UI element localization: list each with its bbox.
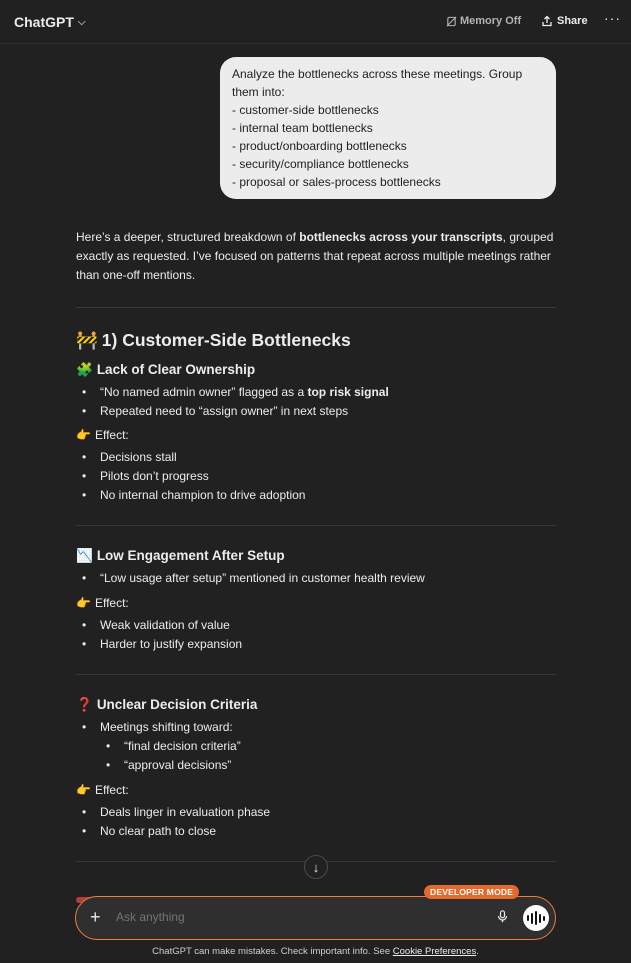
scroll-down-icon[interactable]: ↓ [304,855,328,879]
bullet-list: Weak validation of value Harder to justi… [76,616,556,654]
disclaimer-text: ChatGPT can make mistakes. Check importa… [152,946,393,957]
list-item: Repeated need to “assign owner” in next … [76,402,556,421]
user-message-line: - internal team bottlenecks [232,121,373,135]
user-message-line: Analyze the bottlenecks across these mee… [232,67,523,81]
user-message-line: - security/compliance bottlenecks [232,157,409,171]
pointing-hand-icon: 👉 [76,596,91,610]
share-icon [542,15,552,27]
composer: + [75,896,556,940]
subsection-title: Low Engagement After Setup [96,548,285,563]
nested-list-item: “final decision criteria” [76,737,556,756]
share-label: Share [557,15,588,27]
subsection-heading-ownership: 🧩 Lack of Clear Ownership [76,360,556,380]
list-item: Pilots don’t progress [76,467,556,486]
conversation-thread: Analyze the bottlenecks across these mee… [0,44,631,889]
list-item: Harder to justify expansion [76,635,556,654]
memory-off-icon [446,16,457,26]
effect-text: Effect: [94,783,129,797]
question-mark-icon: ❓ [76,697,93,712]
list-item: Meetings shifting toward: [76,718,556,737]
bullet-list: Deals linger in evaluation phase No clea… [76,803,556,841]
section-title: 1) Customer-Side Bottlenecks [101,330,351,350]
effect-text: Effect: [94,428,129,442]
list-item-bold: top risk signal [307,385,389,399]
divider [76,525,556,526]
subsection-heading-engagement: 📉 Low Engagement After Setup [76,546,556,566]
model-label: ChatGPT [14,14,74,30]
divider [76,307,556,308]
pointing-hand-icon: 👉 [76,783,91,797]
effect-label: 👉 Effect: [76,594,556,613]
section-heading-customer-side: 🚧 1) Customer-Side Bottlenecks [76,328,556,352]
user-message-line: - proposal or sales-process bottlenecks [232,175,441,189]
effect-text: Effect: [94,596,129,610]
construction-icon: 🚧 [76,330,98,350]
pointing-hand-icon: 👉 [76,428,91,442]
assistant-intro: Here’s a deeper, structured breakdown of… [76,228,556,285]
bullet-list: Decisions stall Pilots don’t progress No… [76,448,556,505]
list-item: Decisions stall [76,448,556,467]
developer-mode-badge: DEVELOPER MODE [424,885,520,899]
intro-text: Here’s a deeper, structured breakdown of [76,230,300,244]
effect-label: 👉 Effect: [76,426,556,445]
bullet-list: “Low usage after setup” mentioned in cus… [76,569,556,588]
disclaimer: ChatGPT can make mistakes. Check importa… [0,946,631,957]
list-item: No internal champion to drive adoption [76,486,556,505]
bullet-list: Meetings shifting toward: “final decisio… [76,718,556,775]
intro-bold-text: bottlenecks across your transcripts [299,230,503,244]
subsection-heading-decision-criteria: ❓ Unclear Decision Criteria [76,695,556,715]
voice-mode-icon[interactable] [523,905,549,931]
cookie-preferences-link[interactable]: Cookie Preferences [393,946,476,957]
more-icon[interactable]: ··· [604,10,621,26]
chart-down-icon: 📉 [76,548,93,563]
nested-list-item: “approval decisions” [76,756,556,775]
share-button[interactable]: Share [541,15,588,27]
prompt-input[interactable] [116,910,476,924]
user-message-line: - customer-side bottlenecks [232,103,379,117]
bullet-list: “No named admin owner” flagged as a top … [76,383,556,421]
memory-label: Memory Off [460,15,522,27]
list-item: Weak validation of value [76,616,556,635]
top-bar: ChatGPT ⌵ Memory Off Share ··· [0,0,631,44]
mic-icon[interactable] [497,910,508,926]
chevron-down-icon: ⌵ [77,16,86,28]
list-item: “No named admin owner” flagged as a top … [76,383,556,402]
subsection-title: Unclear Decision Criteria [96,697,258,712]
plus-icon[interactable]: + [90,907,101,927]
divider [76,674,556,675]
model-switcher[interactable]: ChatGPT ⌵ [14,14,85,30]
assistant-message: Here’s a deeper, structured breakdown of… [76,228,556,862]
list-item: Deals linger in evaluation phase [76,803,556,822]
puzzle-icon: 🧩 [76,362,93,377]
list-item-text: “No named admin owner” flagged as a [100,385,308,399]
list-item: “Low usage after setup” mentioned in cus… [76,569,556,588]
list-item: No clear path to close [76,822,556,841]
user-message-bubble: Analyze the bottlenecks across these mee… [220,57,556,199]
user-message-line: them into: [232,85,285,99]
user-message-line: - product/onboarding bottlenecks [232,139,407,153]
disclaimer-text-end: . [476,946,479,957]
effect-label: 👉 Effect: [76,781,556,800]
subsection-title: Lack of Clear Ownership [96,362,256,377]
memory-off-button[interactable]: Memory Off [446,15,521,27]
